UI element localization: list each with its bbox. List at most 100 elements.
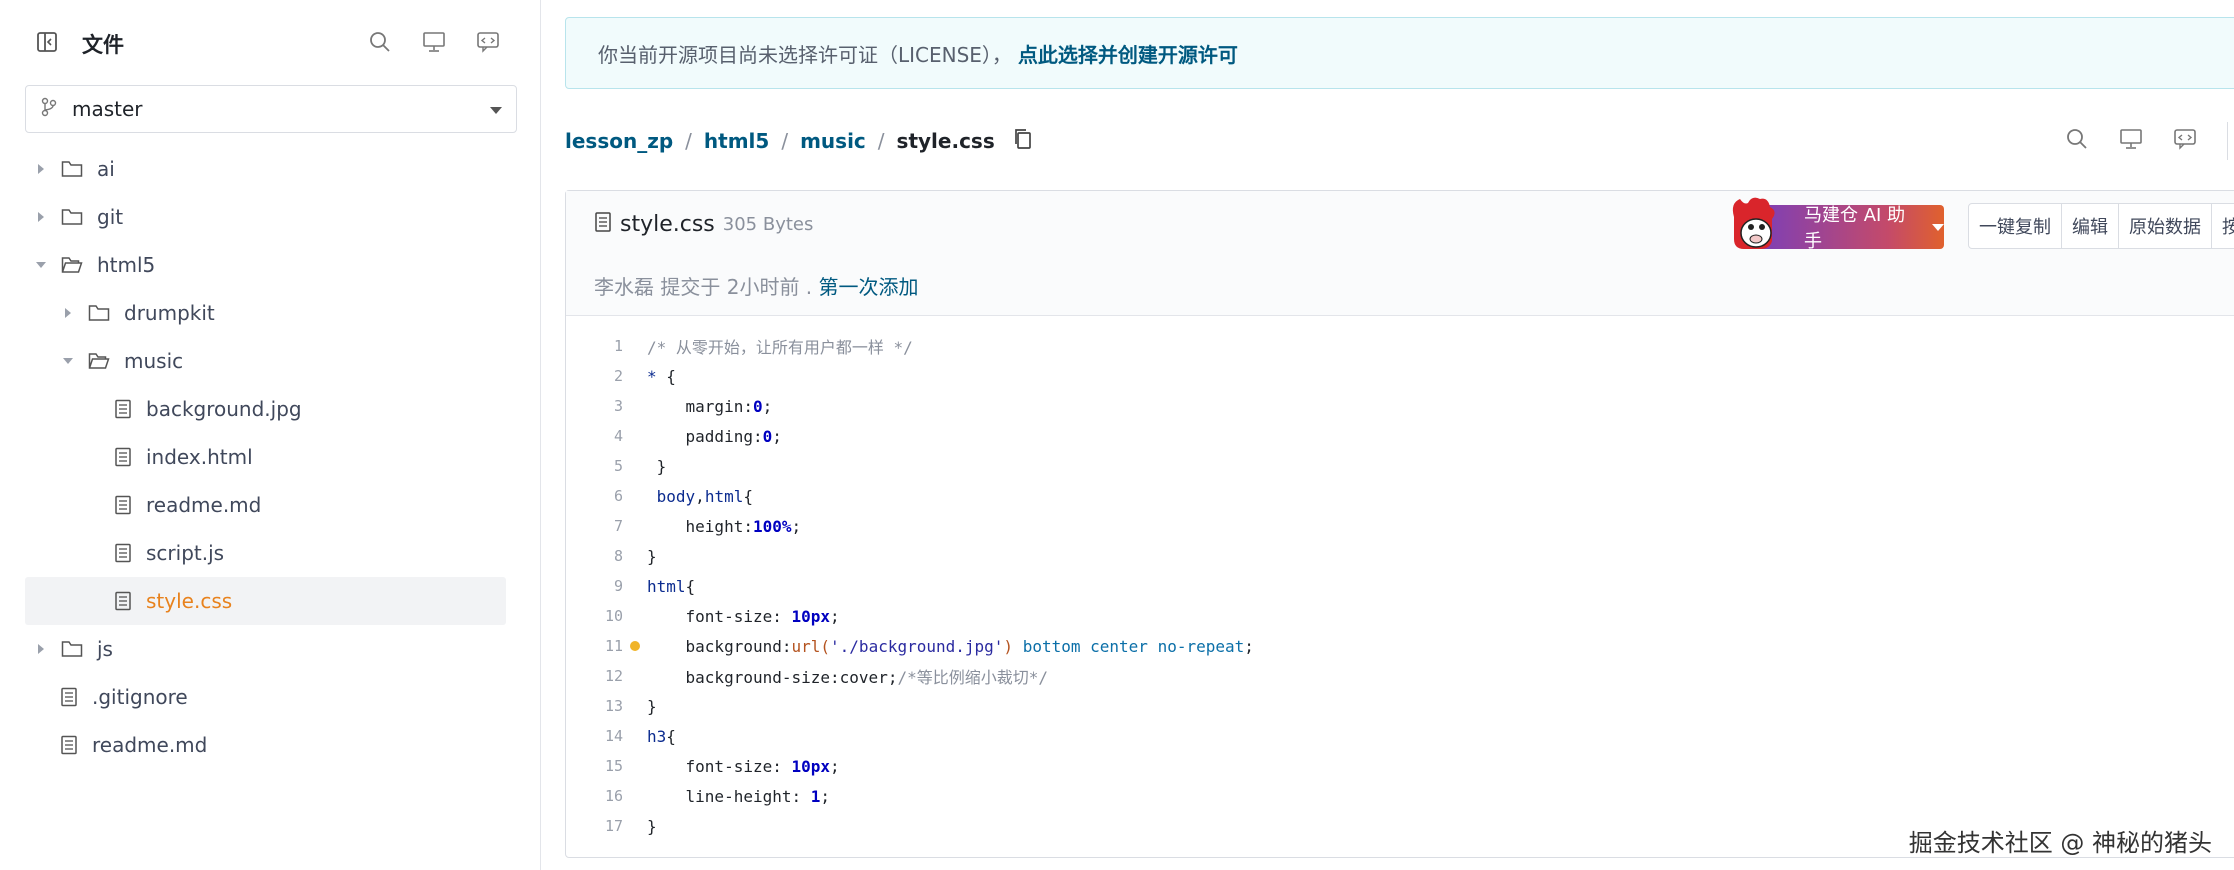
code-line: 9 html{ xyxy=(566,571,2234,601)
code-line: 15 font-size: 10px; xyxy=(566,751,2234,781)
code-comment-icon[interactable] xyxy=(476,31,500,57)
file-icon xyxy=(60,735,78,755)
tree-folder-html5[interactable]: html5 xyxy=(25,241,506,289)
chevron-right-icon[interactable] xyxy=(33,161,49,177)
tree-label: index.html xyxy=(146,445,253,469)
chevron-right-icon[interactable] xyxy=(60,305,76,321)
file-name: style.css xyxy=(620,211,715,237)
code-line: 2 * { xyxy=(566,361,2234,391)
tree-folder-ai[interactable]: ai xyxy=(25,145,506,193)
code-comment-icon[interactable] xyxy=(2173,128,2197,154)
file-icon xyxy=(114,495,132,515)
code-text: margin:0; xyxy=(647,396,773,416)
tree-file-style-css[interactable]: style.css xyxy=(25,577,506,625)
tree-label: readme.md xyxy=(92,733,208,757)
line-number: 2 xyxy=(613,367,623,385)
line-number: 17 xyxy=(604,817,623,835)
code-view: 1 /* 从零开始，让所有用户都一样 */ 2 * { 3 margin:0; 4 … xyxy=(566,331,2234,841)
tree-label: drumpkit xyxy=(124,301,215,325)
search-icon[interactable] xyxy=(2065,127,2089,155)
line-number: 9 xyxy=(613,577,623,595)
code-text: background:url('./background.jpg') botto… xyxy=(647,636,1254,656)
tree-folder-drumpkit[interactable]: drumpkit xyxy=(25,289,506,337)
file-size: 305 Bytes xyxy=(722,213,814,235)
file-icon xyxy=(114,399,132,419)
file-icon xyxy=(114,543,132,563)
tree-label: music xyxy=(124,349,184,373)
code-text: } xyxy=(647,696,657,716)
tree-folder-js[interactable]: js xyxy=(25,625,506,673)
file-actions: 一键复制 编辑 原始数据 按 xyxy=(1968,203,2234,249)
line-number: 12 xyxy=(604,667,623,685)
tree-file-readme-md-root[interactable]: readme.md xyxy=(25,721,506,769)
code-comment: /*等比例缩小裁切*/ xyxy=(897,668,1048,687)
more-action-button[interactable]: 按 xyxy=(2212,204,2234,248)
last-commit: 李水磊 提交于 2小时前 . 第一次添加 xyxy=(594,271,919,300)
code-line: 11 background:url('./background.jpg') bo… xyxy=(566,631,2234,661)
breadcrumb-repo[interactable]: lesson_zp xyxy=(565,129,673,153)
code-text: h3{ xyxy=(647,726,676,746)
breadcrumb-separator: / xyxy=(877,129,885,153)
code-text: font-size: 10px; xyxy=(647,606,840,626)
breadcrumb-folder-music[interactable]: music xyxy=(800,129,866,153)
code-text: body,html{ xyxy=(656,486,753,506)
web-ide-icon[interactable] xyxy=(2119,128,2143,154)
tree-label: ai xyxy=(97,157,115,181)
code-text: padding:0; xyxy=(647,426,782,446)
raw-button[interactable]: 原始数据 xyxy=(2119,204,2212,248)
sidebar-header: 文件 xyxy=(36,26,500,62)
chevron-down-icon[interactable] xyxy=(33,257,49,273)
file-header: style.css 305 Bytes 李水磊 提交于 2小时前 . 第一次添加… xyxy=(566,191,2234,316)
main-content: 你当前开源项目尚未选择许可证（LICENSE）， 点此选择并创建开源许可 les… xyxy=(565,0,2234,870)
code-text: height:100%; xyxy=(647,516,802,536)
tree-label: html5 xyxy=(97,253,156,277)
chevron-down-icon xyxy=(490,107,502,114)
code-text: font-size: 10px; xyxy=(647,756,840,776)
commit-info: 李水磊 提交于 2小时前 . xyxy=(594,275,813,299)
file-title: style.css 305 Bytes xyxy=(594,211,813,237)
change-marker-dot[interactable] xyxy=(630,641,640,651)
tree-file-readme-md[interactable]: readme.md xyxy=(25,481,506,529)
branch-name: master xyxy=(72,97,143,121)
tree-label: script.js xyxy=(146,541,225,565)
folder-open-icon xyxy=(61,256,83,274)
ai-assistant-button[interactable]: 马建仓 AI 助手 xyxy=(1756,205,1944,252)
tree-label: js xyxy=(97,637,113,661)
line-number: 5 xyxy=(613,457,623,475)
ai-assistant-label: 马建仓 AI 助手 xyxy=(1804,205,1906,252)
tree-label: .gitignore xyxy=(92,685,188,709)
code-text: /* 从零开始，让所有用户都一样 */ xyxy=(647,338,913,357)
chevron-down-icon[interactable] xyxy=(60,353,76,369)
collapse-sidebar-icon[interactable] xyxy=(36,31,58,57)
tree-file-gitignore[interactable]: .gitignore xyxy=(25,673,506,721)
web-ide-icon[interactable] xyxy=(422,31,446,57)
code-line: 8} xyxy=(566,541,2234,571)
search-icon[interactable] xyxy=(368,30,392,58)
line-number: 11 xyxy=(604,637,623,655)
tree-folder-music[interactable]: music xyxy=(25,337,506,385)
code-line: 12 background-size:cover;/*等比例缩小裁切*/ xyxy=(566,661,2234,691)
code-line: 14 h3{ xyxy=(566,721,2234,751)
commit-message-link[interactable]: 第一次添加 xyxy=(819,275,919,299)
create-license-link[interactable]: 点此选择并创建开源许可 xyxy=(1018,39,1238,68)
copy-path-icon[interactable] xyxy=(1013,127,1033,156)
copy-all-button[interactable]: 一键复制 xyxy=(1969,204,2062,248)
folder-icon xyxy=(88,304,110,322)
edit-button[interactable]: 编辑 xyxy=(2062,204,2119,248)
tree-folder-git[interactable]: git xyxy=(25,193,506,241)
code-text: } xyxy=(647,546,657,566)
breadcrumb-folder-html5[interactable]: html5 xyxy=(704,129,769,153)
breadcrumb-separator: / xyxy=(781,129,789,153)
line-number: 4 xyxy=(613,427,623,445)
tree-file-index-html[interactable]: index.html xyxy=(25,433,506,481)
branch-selector[interactable]: master xyxy=(25,85,517,133)
code-line: 10 font-size: 10px; xyxy=(566,601,2234,631)
code-line: 7 height:100%; xyxy=(566,511,2234,541)
folder-icon xyxy=(61,640,83,658)
chevron-right-icon[interactable] xyxy=(33,209,49,225)
tree-file-background-jpg[interactable]: background.jpg xyxy=(25,385,506,433)
file-icon xyxy=(60,687,78,707)
tree-file-script-js[interactable]: script.js xyxy=(25,529,506,577)
line-number: 1 xyxy=(613,337,623,355)
chevron-right-icon[interactable] xyxy=(33,641,49,657)
